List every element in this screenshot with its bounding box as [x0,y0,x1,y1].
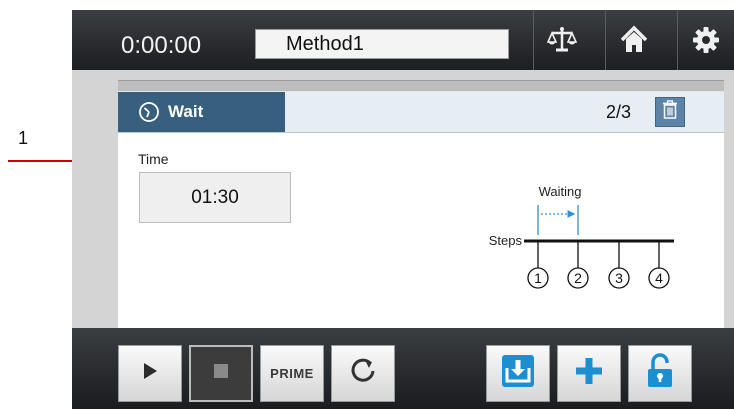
balance-button[interactable] [533,10,590,70]
settings-button[interactable] [677,10,734,70]
gear-icon [691,25,721,55]
bottom-bar: PRIME [72,328,734,409]
top-bar: 0:00:00 Method1 [72,10,734,70]
plus-icon [574,356,604,391]
run-timer: 0:00:00 [121,32,202,59]
refresh-button[interactable] [331,345,395,402]
steps-label: Steps [489,233,523,248]
waiting-label: Waiting [539,184,582,199]
download-icon [501,354,535,393]
stop-button[interactable] [189,345,253,402]
prime-button-label: PRIME [270,366,314,381]
device-screen: 0:00:00 Method1 Wait 2/3 Time 01:30 Wait… [72,10,734,409]
refresh-icon [349,357,377,390]
method-name-field[interactable]: Method1 [255,29,509,59]
play-icon [142,362,158,385]
home-icon [619,25,649,55]
prime-button[interactable]: PRIME [260,345,324,402]
unlock-icon [645,353,675,394]
step-panel: Wait 2/3 Time 01:30 Waiting Steps 1 2 3 … [118,92,724,328]
step-2-number: 2 [574,270,582,286]
panel-top-strip [118,80,724,92]
step-3-number: 3 [615,270,623,286]
wait-step-diagram: Waiting Steps 1 2 3 4 [489,184,674,289]
add-step-button[interactable] [557,345,621,402]
play-button[interactable] [118,345,182,402]
home-button[interactable] [605,10,662,70]
save-button[interactable] [486,345,550,402]
callout-number: 1 [18,128,29,148]
step-4-number: 4 [655,270,663,286]
stop-icon [213,363,229,384]
balance-icon [547,25,577,55]
unlock-button[interactable] [628,345,692,402]
step-1-number: 1 [534,270,542,286]
